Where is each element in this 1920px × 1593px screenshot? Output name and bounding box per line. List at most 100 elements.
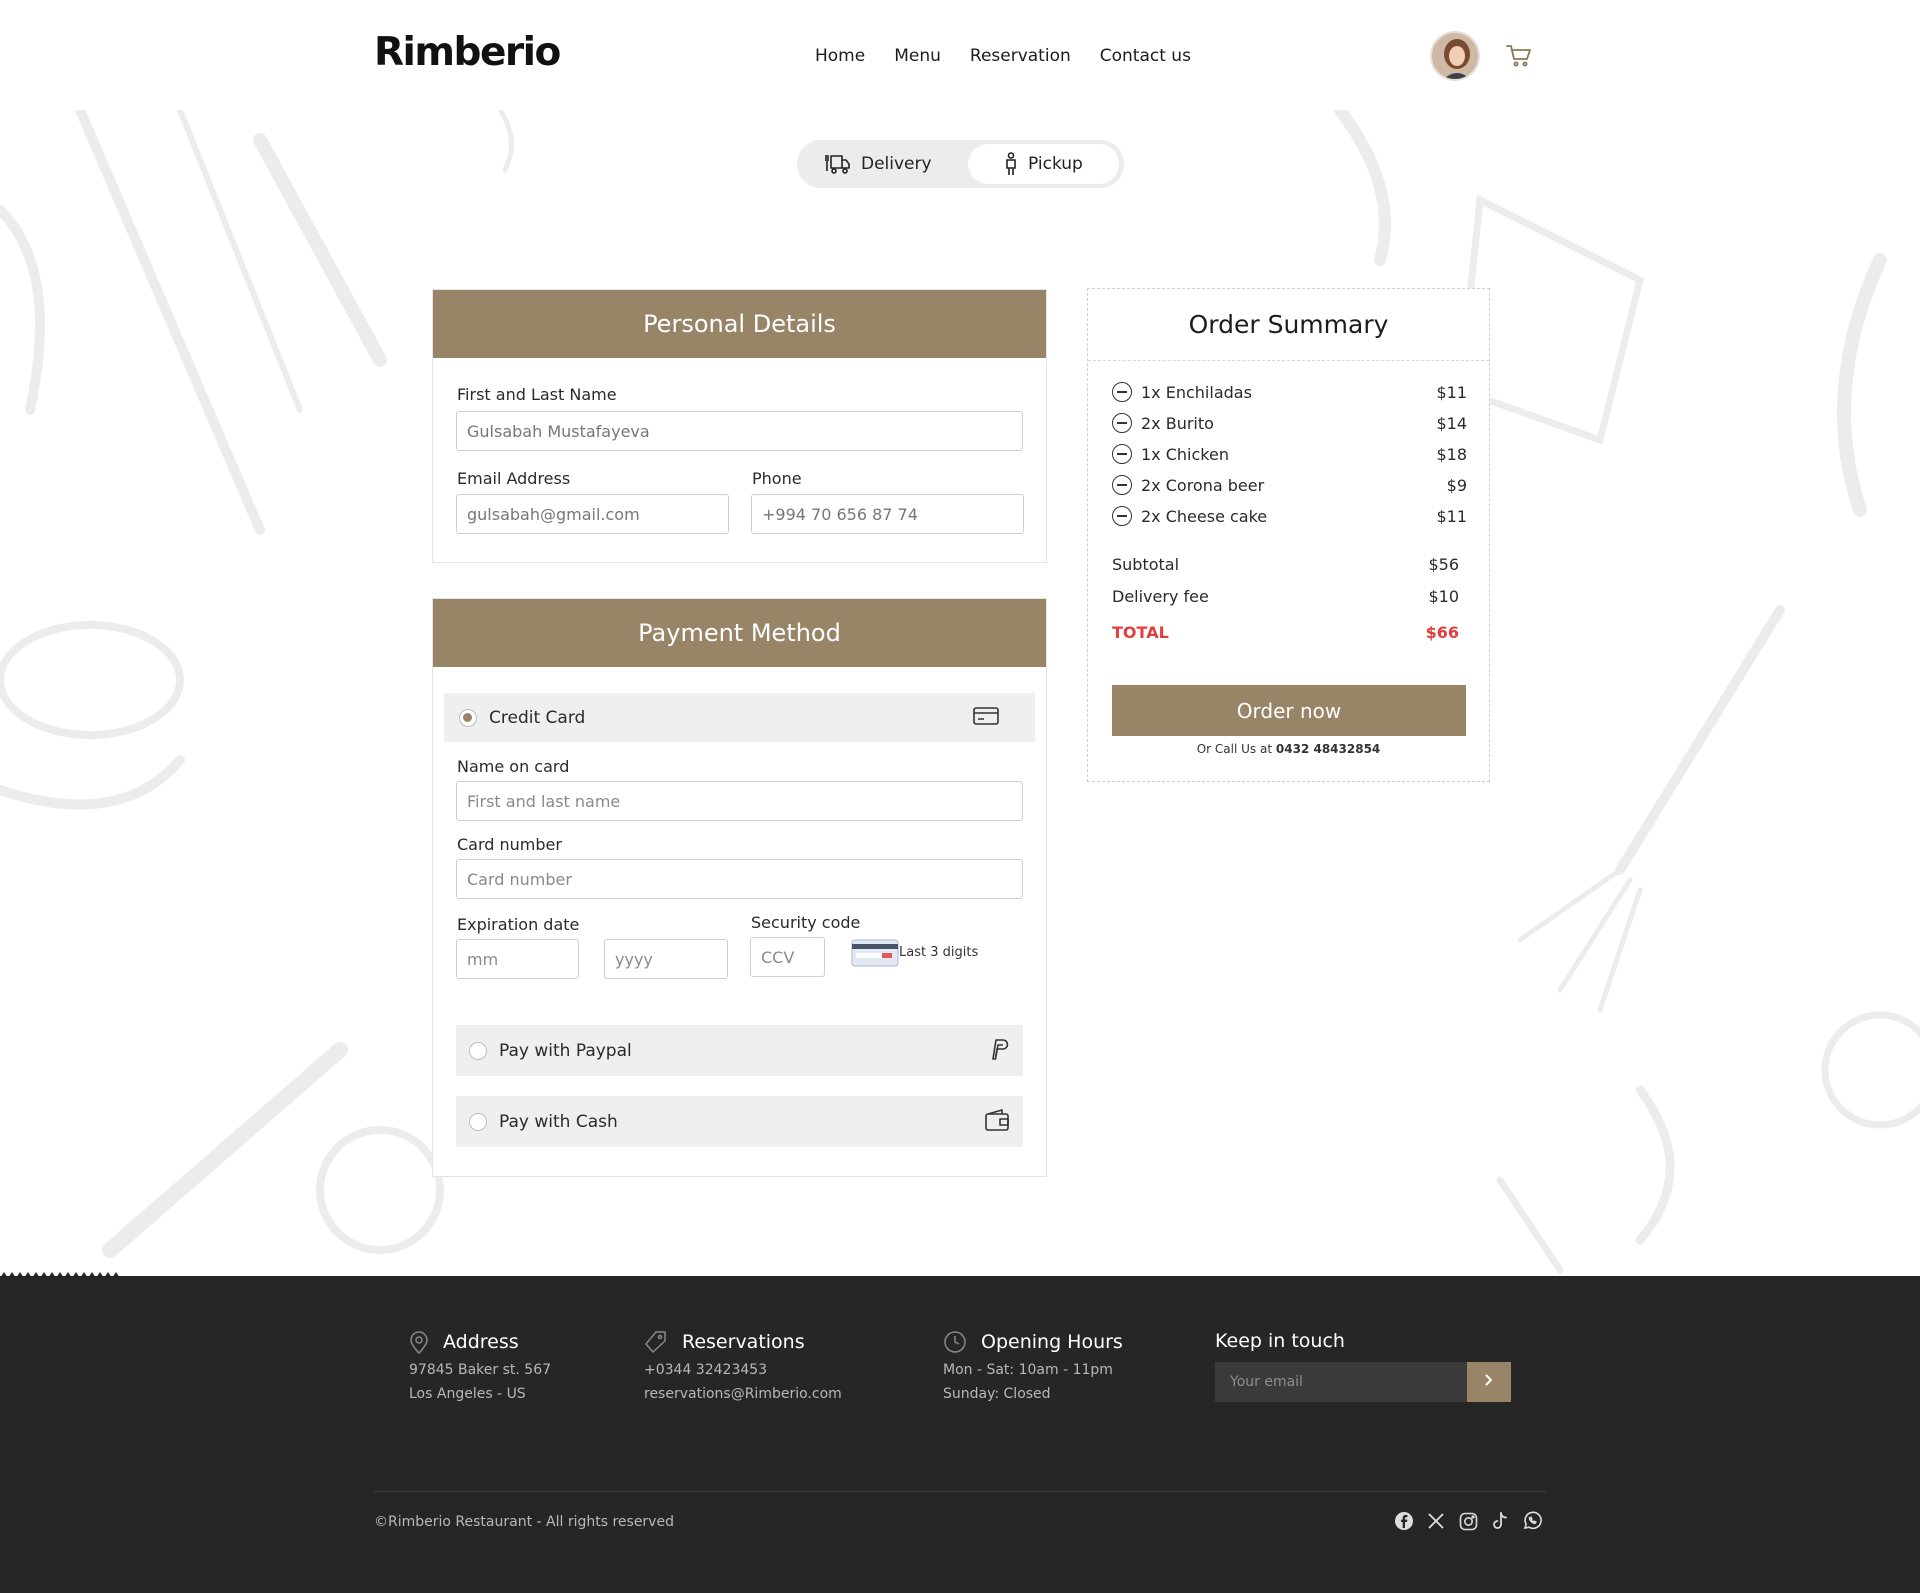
name-label: First and Last Name <box>457 385 617 404</box>
card-number-label: Card number <box>457 835 562 854</box>
email-field[interactable] <box>456 494 729 534</box>
call-us-text: Or Call Us at 0432 48432854 <box>1088 742 1489 756</box>
order-item-name: 2x Corona beer <box>1141 475 1265 495</box>
address-title: Address <box>443 1331 519 1353</box>
paypal-option[interactable]: Pay with Paypal <box>456 1025 1023 1076</box>
nav-contact[interactable]: Contact us <box>1100 46 1191 66</box>
subtotal-value: $56 <box>1428 555 1459 574</box>
social-links <box>1394 1511 1542 1531</box>
name-on-card-label: Name on card <box>457 757 570 776</box>
tiktok-icon[interactable] <box>1490 1511 1510 1531</box>
pickup-option[interactable]: Pickup <box>968 144 1119 184</box>
remove-item-icon[interactable] <box>1112 382 1132 402</box>
newsletter-email-input[interactable] <box>1215 1362 1467 1402</box>
footer-divider <box>374 1491 1546 1492</box>
order-item: 2x Burito $14 <box>1112 411 1467 435</box>
order-item: 2x Corona beer $9 <box>1112 473 1467 497</box>
card-back-icon <box>851 939 899 971</box>
cart-icon[interactable] <box>1505 42 1533 70</box>
chevron-right-icon <box>1485 1373 1493 1386</box>
delivery-truck-icon <box>825 155 850 174</box>
site-footer: Address 97845 Baker st. 567 Los Angeles … <box>0 1272 1920 1593</box>
total-value: $66 <box>1425 623 1459 642</box>
remove-item-icon[interactable] <box>1112 506 1132 526</box>
delivery-fee-label: Delivery fee <box>1112 587 1209 606</box>
order-item: 2x Cheese cake $11 <box>1112 504 1467 528</box>
person-icon <box>1006 152 1016 175</box>
phone-label: Phone <box>752 469 802 488</box>
phone-field[interactable] <box>751 494 1024 534</box>
address-line: Los Angeles - US <box>409 1386 526 1402</box>
order-item-name: 2x Burito <box>1141 413 1214 433</box>
delivery-pickup-toggle: Delivery Pickup <box>797 140 1124 188</box>
reservations-email[interactable]: reservations@Rimberio.com <box>644 1386 842 1402</box>
footer-reservations: Reservations +0344 32423453 reservations… <box>644 1330 842 1402</box>
site-header: Rimberio Home Menu Reservation Contact u… <box>0 0 1920 110</box>
credit-card-option[interactable]: Credit Card <box>444 693 1035 742</box>
tag-icon <box>645 1331 666 1353</box>
email-label: Email Address <box>457 469 571 488</box>
credit-card-icon <box>973 706 999 730</box>
order-summary-title: Order Summary <box>1088 289 1489 361</box>
clock-icon <box>944 1331 966 1353</box>
nav-home[interactable]: Home <box>815 46 865 66</box>
delivery-label: Delivery <box>861 154 932 174</box>
remove-item-icon[interactable] <box>1112 444 1132 464</box>
avatar[interactable] <box>1430 31 1480 81</box>
newsletter-title: Keep in touch <box>1215 1330 1345 1352</box>
payment-method-card: Payment Method Credit Card Name on card … <box>432 598 1047 1177</box>
hours-title: Opening Hours <box>981 1331 1123 1353</box>
paypal-icon <box>987 1037 1009 1065</box>
order-item-price: $18 <box>1436 444 1467 464</box>
order-item-price: $11 <box>1436 506 1467 526</box>
pickup-label: Pickup <box>1028 154 1083 174</box>
cash-option[interactable]: Pay with Cash <box>456 1096 1023 1147</box>
location-pin-icon <box>410 1331 428 1354</box>
order-item-price: $14 <box>1436 413 1467 433</box>
footer-address: Address 97845 Baker st. 567 Los Angeles … <box>409 1330 551 1402</box>
nav-menu[interactable]: Menu <box>894 46 941 66</box>
exp-year-field[interactable] <box>604 939 728 979</box>
total-label: TOTAL <box>1112 623 1169 642</box>
reservations-title: Reservations <box>682 1331 805 1353</box>
name-field[interactable] <box>456 411 1023 451</box>
footer-hours: Opening Hours Mon - Sat: 10am - 11pm Sun… <box>943 1330 1123 1402</box>
remove-item-icon[interactable] <box>1112 413 1132 433</box>
card-number-field[interactable] <box>456 859 1023 899</box>
order-item-price: $9 <box>1446 475 1467 495</box>
delivery-fee-value: $10 <box>1428 587 1459 606</box>
wallet-icon <box>985 1108 1009 1135</box>
exp-month-field[interactable] <box>456 939 579 979</box>
hours-line: Mon - Sat: 10am - 11pm <box>943 1362 1113 1378</box>
personal-details-title: Personal Details <box>433 290 1046 358</box>
instagram-icon[interactable] <box>1458 1511 1478 1531</box>
paypal-radio[interactable] <box>469 1041 487 1060</box>
order-item-price: $11 <box>1436 382 1467 402</box>
logo[interactable]: Rimberio <box>374 30 561 75</box>
delivery-option[interactable]: Delivery <box>825 144 932 184</box>
payment-method-title: Payment Method <box>433 599 1046 667</box>
personal-details-card: Personal Details First and Last Name Ema… <box>432 289 1047 563</box>
newsletter-submit-button[interactable] <box>1467 1362 1511 1402</box>
facebook-icon[interactable] <box>1394 1511 1414 1531</box>
remove-item-icon[interactable] <box>1112 475 1132 495</box>
hours-line: Sunday: Closed <box>943 1386 1051 1402</box>
call-number[interactable]: 0432 48432854 <box>1276 742 1380 756</box>
cash-label: Pay with Cash <box>499 1111 618 1132</box>
credit-card-label: Credit Card <box>489 707 586 728</box>
nav-reservation[interactable]: Reservation <box>970 46 1071 66</box>
whatsapp-icon[interactable] <box>1522 1511 1542 1531</box>
order-item-name: 1x Chicken <box>1141 444 1229 464</box>
order-item-name: 1x Enchiladas <box>1141 382 1252 402</box>
order-summary-card: Order Summary 1x Enchiladas $11 2x Burit… <box>1087 288 1490 782</box>
credit-card-radio[interactable] <box>459 708 477 727</box>
cash-radio[interactable] <box>469 1112 487 1131</box>
ccv-field[interactable] <box>750 937 825 977</box>
call-prefix: Or Call Us at <box>1196 742 1273 756</box>
order-now-button[interactable]: Order now <box>1112 685 1466 736</box>
name-on-card-field[interactable] <box>456 781 1023 821</box>
copyright-text: ©Rimberio Restaurant - All rights reserv… <box>374 1514 674 1530</box>
x-icon[interactable] <box>1426 1511 1446 1531</box>
reservations-phone[interactable]: +0344 32423453 <box>644 1362 842 1378</box>
total-row: TOTAL $66 <box>1112 623 1459 642</box>
